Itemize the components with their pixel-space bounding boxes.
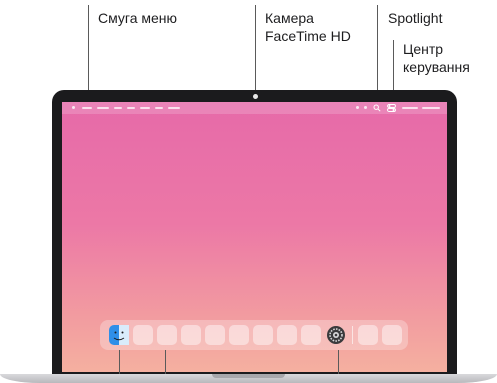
dock-app-icon[interactable] [181, 325, 201, 345]
dock-app-icon[interactable] [277, 325, 297, 345]
finder-icon[interactable] [109, 325, 129, 345]
status-icon[interactable] [356, 106, 359, 109]
menu-bar-label: Смуга меню [98, 10, 178, 26]
menu-item[interactable] [97, 107, 109, 109]
camera-label-line2: FaceTime HD [265, 28, 351, 44]
spotlight-label: Spotlight [388, 10, 443, 26]
menu-item[interactable] [168, 107, 180, 109]
dock-app-icon[interactable] [229, 325, 249, 345]
camera-leader [255, 5, 256, 94]
menu-clock[interactable] [402, 107, 418, 109]
menu-item[interactable] [140, 107, 150, 109]
dock-app-icon[interactable] [253, 325, 273, 345]
dock [100, 320, 408, 350]
search-icon[interactable] [373, 104, 381, 112]
system-settings-icon[interactable] [326, 325, 346, 345]
control-center-icon[interactable] [387, 104, 396, 112]
dock-trash-icon[interactable] [382, 325, 402, 345]
desktop-screen [62, 102, 447, 372]
dock-app-icon[interactable] [205, 325, 225, 345]
dock-app-icon[interactable] [358, 325, 378, 345]
facetime-camera [253, 94, 258, 99]
menu-item[interactable] [127, 107, 135, 109]
control-center-label-line2: керування [403, 59, 470, 75]
dock-app-icon[interactable] [301, 325, 321, 345]
laptop-opening-notch [212, 374, 285, 378]
dock-app-icon[interactable] [133, 325, 153, 345]
apple-menu-icon[interactable] [72, 106, 75, 109]
control-center-label-line1: Центр [403, 41, 444, 57]
menu-bar[interactable] [62, 102, 447, 114]
menu-clock[interactable] [422, 107, 440, 109]
status-icon[interactable] [364, 106, 367, 109]
dock-separator [352, 326, 353, 344]
menu-item[interactable] [114, 107, 122, 109]
camera-label-line1: Камера [265, 10, 314, 26]
menu-item[interactable] [155, 107, 163, 109]
dock-app-icon[interactable] [157, 325, 177, 345]
menu-item[interactable] [82, 107, 92, 109]
